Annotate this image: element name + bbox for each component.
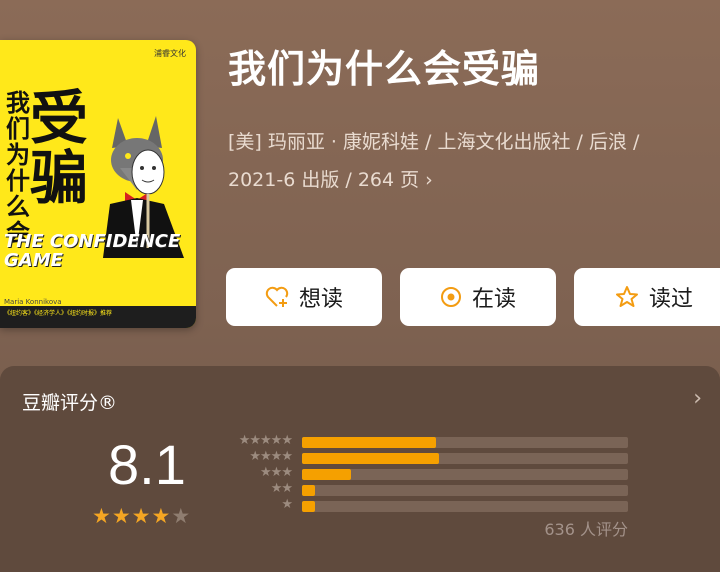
rating-section-title: 豆瓣评分® <box>22 392 118 414</box>
distribution-bar-3 <box>302 469 351 480</box>
book-meta-line2-row[interactable]: 2021-6 出版 / 264 页 › <box>228 165 433 192</box>
book-meta-line2: 2021-6 出版 / 264 页 <box>228 169 420 191</box>
read-label: 读过 <box>648 287 693 312</box>
rating-score: 8.1 <box>108 433 186 496</box>
distribution-row-4: ★★★★ <box>220 449 640 466</box>
rating-distribution: ★★★★★ ★★★★ ★★★ ★★ ★ <box>220 433 640 514</box>
chevron-right-icon: › <box>425 169 433 191</box>
publisher-mark: 浦睿文化 <box>154 49 186 58</box>
distribution-row-1: ★ <box>220 497 640 514</box>
book-title: 我们为什么会受骗 <box>228 47 541 91</box>
want-to-read-button[interactable]: 想读 <box>226 268 382 326</box>
star-empty-icon: ★ <box>171 504 192 528</box>
three-star-icon: ★★★ <box>260 465 293 480</box>
reading-label: 在读 <box>471 287 516 312</box>
book-cover[interactable]: 浦睿文化 我们为什么会 受骗 THE CONFIDENCE GAME Maria… <box>0 40 196 328</box>
rating-count: 636 人评分 <box>544 520 628 539</box>
cover-author-english: Maria Konnikova <box>4 298 62 306</box>
four-star-icon: ★★★★ <box>249 449 293 464</box>
cover-title-english: THE CONFIDENCE GAME <box>4 231 181 271</box>
rating-stars: ★★★★★ <box>92 504 191 528</box>
five-star-icon: ★★★★★ <box>238 433 293 448</box>
book-meta-line1[interactable]: [美] 玛丽亚 · 康妮科娃 / 上海文化出版社 / 后浪 / <box>228 127 639 154</box>
distribution-track <box>302 437 628 448</box>
distribution-track <box>302 485 628 496</box>
reading-button[interactable]: 在读 <box>400 268 556 326</box>
cover-band: 《纽约客》《经济学人》《纽约时报》推荐 <box>0 306 196 328</box>
read-button[interactable]: 读过 <box>574 268 720 326</box>
distribution-track <box>302 501 628 512</box>
distribution-bar-4 <box>302 453 439 464</box>
cover-title-big: 受骗 <box>30 84 89 212</box>
star-filled-icon: ★ <box>92 504 112 528</box>
star-filled-icon: ★ <box>151 504 172 528</box>
distribution-bar-5 <box>302 437 436 448</box>
distribution-row-5: ★★★★★ <box>220 433 640 450</box>
two-star-icon: ★★ <box>270 481 293 496</box>
heart-plus-icon <box>265 286 289 308</box>
distribution-track <box>302 469 628 480</box>
star-filled-icon: ★ <box>131 504 152 528</box>
star-outline-icon <box>615 285 639 309</box>
distribution-bar-1 <box>302 501 316 512</box>
chevron-right-icon[interactable]: › <box>693 386 702 411</box>
rating-panel[interactable]: 豆瓣评分® › 8.1 ★★★★★ ★★★★★ ★★★★ ★★★ ★★ ★ 63… <box>0 366 720 572</box>
target-icon <box>440 286 462 308</box>
want-to-read-label: 想读 <box>298 287 343 312</box>
one-star-icon: ★ <box>281 497 293 512</box>
distribution-bar-2 <box>302 485 316 496</box>
distribution-row-2: ★★ <box>220 481 640 498</box>
cover-title-small: 我们为什么会 <box>6 88 30 247</box>
distribution-row-3: ★★★ <box>220 465 640 482</box>
star-filled-icon: ★ <box>111 504 132 528</box>
distribution-track <box>302 453 628 464</box>
